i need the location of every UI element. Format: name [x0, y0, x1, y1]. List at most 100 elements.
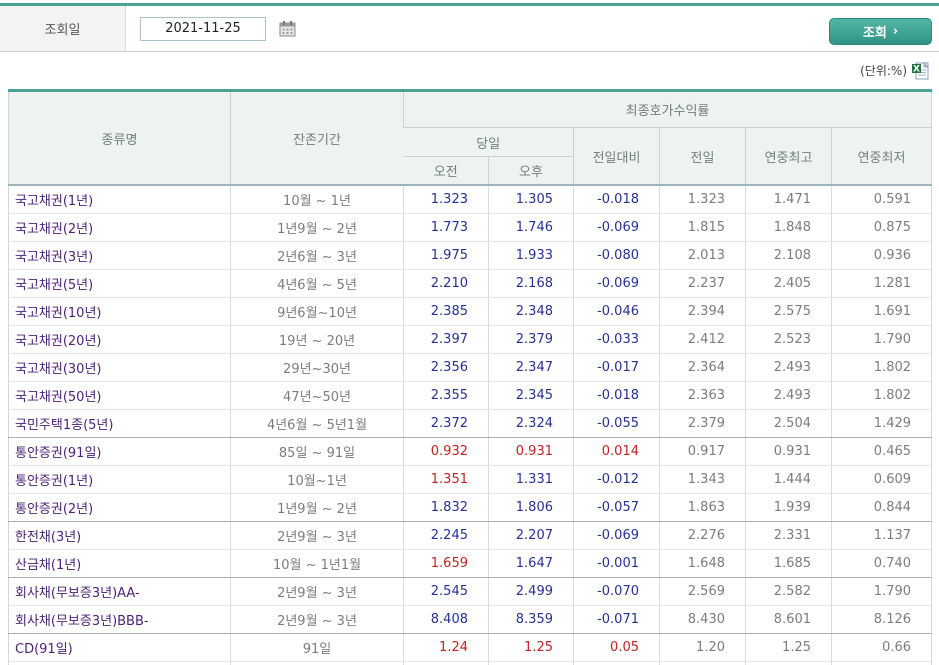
cell-am: 1.975	[403, 241, 489, 270]
cell-change: 0.014	[573, 437, 660, 466]
search-button[interactable]: 조회 ›	[829, 18, 932, 45]
cell-year-low: 0.936	[830, 241, 932, 270]
cell-period: 2년9월 ~ 3년	[230, 577, 404, 606]
cell-name[interactable]: 국고채권(3년)	[8, 241, 231, 270]
cell-year-high: 0.931	[745, 437, 832, 466]
header-am: 오전	[403, 156, 489, 185]
cell-year-low: 1.790	[830, 325, 932, 354]
cell-pm: 2.324	[488, 409, 574, 438]
cell-period: 2년9월 ~ 3년	[230, 521, 404, 550]
cell-change: -0.001	[573, 549, 660, 578]
cell-change: -0.046	[573, 297, 660, 326]
cell-prev: 1.815	[659, 213, 746, 242]
cell-am: 1.41	[403, 661, 489, 665]
cell-year-low: 0.875	[830, 213, 932, 242]
cell-change: -0.012	[573, 465, 660, 494]
table-body: 국고채권(1년) 10월 ~ 1년 1.323 1.305 -0.018 1.323 1.4…	[8, 185, 932, 665]
cell-pm: 1.806	[488, 493, 574, 522]
cell-year-high: 1.848	[745, 213, 832, 242]
cell-name[interactable]: 국고채권(1년)	[8, 185, 231, 214]
cell-period: 2년9월 ~ 3년	[230, 605, 404, 634]
query-date-label: 조회일	[0, 6, 126, 51]
table-row: CD(91일) 91일 1.24 1.25 0.05 1.20 1.25 0.66	[8, 633, 932, 662]
cell-name[interactable]: 국고채권(10년)	[8, 297, 231, 326]
cell-pm: 1.746	[488, 213, 574, 242]
cell-pm: 1.47	[488, 661, 574, 665]
header-pm: 오후	[488, 156, 574, 185]
cell-year-low: 0.609	[830, 465, 932, 494]
cell-prev: 8.430	[659, 605, 746, 634]
cell-year-high: 8.601	[745, 605, 832, 634]
cell-period: 29년~30년	[230, 353, 404, 382]
table-row: 국고채권(10년) 9년6월~10년 2.385 2.348 -0.046 2.394 2.…	[8, 297, 932, 326]
cell-name[interactable]: 회사채(무보증3년)AA-	[8, 577, 231, 606]
cell-year-high: 2.504	[745, 409, 832, 438]
cell-year-low: 0.844	[830, 493, 932, 522]
cell-pm: 2.168	[488, 269, 574, 298]
cell-year-high: 1.685	[745, 549, 832, 578]
cell-am: 1.832	[403, 493, 489, 522]
cell-name[interactable]: CP(91일)	[8, 661, 231, 665]
search-button-label: 조회	[862, 26, 887, 41]
cell-period: 1년9월 ~ 2년	[230, 493, 404, 522]
table-row: 통안증권(2년) 1년9월 ~ 2년 1.832 1.806 -0.057 1.863 1.…	[8, 493, 932, 522]
cell-year-low: 0.66	[830, 633, 932, 662]
cell-am: 8.408	[403, 605, 489, 634]
cell-name[interactable]: 회사채(무보증3년)BBB-	[8, 605, 231, 634]
calendar-icon[interactable]	[279, 20, 296, 37]
svg-text:X: X	[913, 65, 920, 75]
cell-name[interactable]: CD(91일)	[8, 633, 231, 662]
cell-pm: 1.647	[488, 549, 574, 578]
cell-period: 2년6월 ~ 3년	[230, 241, 404, 270]
header-yield-group: 최종호가수익률	[402, 90, 932, 128]
cell-pm: 1.25	[488, 633, 574, 662]
cell-pm: 2.347	[488, 353, 574, 382]
cell-am: 2.210	[403, 269, 489, 298]
cell-prev: 2.379	[659, 409, 746, 438]
cell-year-low: 1.802	[830, 353, 932, 382]
cell-pm: 1.933	[488, 241, 574, 270]
cell-name[interactable]: 산금채(1년)	[8, 549, 231, 578]
cell-year-high: 1.471	[745, 185, 832, 214]
cell-am: 2.245	[403, 521, 489, 550]
cell-year-high: 1.25	[745, 633, 832, 662]
table-row: 국고채권(30년) 29년~30년 2.356 2.347 -0.017 2.364 2.4…	[8, 353, 932, 382]
table-row: 국고채권(20년) 19년 ~ 20년 2.397 2.379 -0.033 2.412 2…	[8, 325, 932, 354]
cell-name[interactable]: 통안증권(91일)	[8, 437, 231, 466]
header-prev: 전일	[659, 127, 746, 185]
cell-change: -0.018	[573, 381, 660, 410]
table-row: 한전채(3년) 2년9월 ~ 3년 2.245 2.207 -0.069 2.276 2.3…	[8, 521, 932, 550]
cell-am: 2.355	[403, 381, 489, 410]
cell-am: 2.372	[403, 409, 489, 438]
cell-name[interactable]: 통안증권(1년)	[8, 465, 231, 494]
cell-name[interactable]: 국고채권(5년)	[8, 269, 231, 298]
cell-period: 47년~50년	[230, 381, 404, 410]
table-row: 회사채(무보증3년)BBB- 2년9월 ~ 3년 8.408 8.359 -0.071 8…	[8, 605, 932, 634]
cell-change: -0.033	[573, 325, 660, 354]
cell-name[interactable]: 국고채권(50년)	[8, 381, 231, 410]
cell-period: 85일 ~ 91일	[230, 661, 404, 665]
cell-change: -0.057	[573, 493, 660, 522]
cell-am: 2.356	[403, 353, 489, 382]
table-row: 국고채권(3년) 2년6월 ~ 3년 1.975 1.933 -0.080 2.013 2.…	[8, 241, 932, 270]
cell-name[interactable]: 국고채권(2년)	[8, 213, 231, 242]
cell-am: 1.323	[403, 185, 489, 214]
cell-pm: 2.345	[488, 381, 574, 410]
cell-change: -0.069	[573, 269, 660, 298]
cell-name[interactable]: 국고채권(30년)	[8, 353, 231, 382]
cell-name[interactable]: 국고채권(20년)	[8, 325, 231, 354]
query-date-input[interactable]	[140, 16, 266, 41]
bond-yield-page: 조회일 조회 › (단위:%)	[0, 0, 939, 665]
cell-name[interactable]: 국민주택1종(5년)	[8, 409, 231, 438]
cell-change: -0.055	[573, 409, 660, 438]
cell-prev: 2.237	[659, 269, 746, 298]
cell-period: 10월~1년	[230, 465, 404, 494]
cell-year-low: 0.740	[830, 549, 932, 578]
excel-export-icon[interactable]: X	[911, 61, 930, 80]
cell-name[interactable]: 통안증권(2년)	[8, 493, 231, 522]
table-row: 통안증권(1년) 10월~1년 1.351 1.331 -0.012 1.343 1.444…	[8, 465, 932, 494]
cell-name[interactable]: 한전채(3년)	[8, 521, 231, 550]
cell-year-low: 0.465	[830, 437, 932, 466]
table-row: 국고채권(50년) 47년~50년 2.355 2.345 -0.018 2.363 2.4…	[8, 381, 932, 410]
cell-pm: 1.331	[488, 465, 574, 494]
